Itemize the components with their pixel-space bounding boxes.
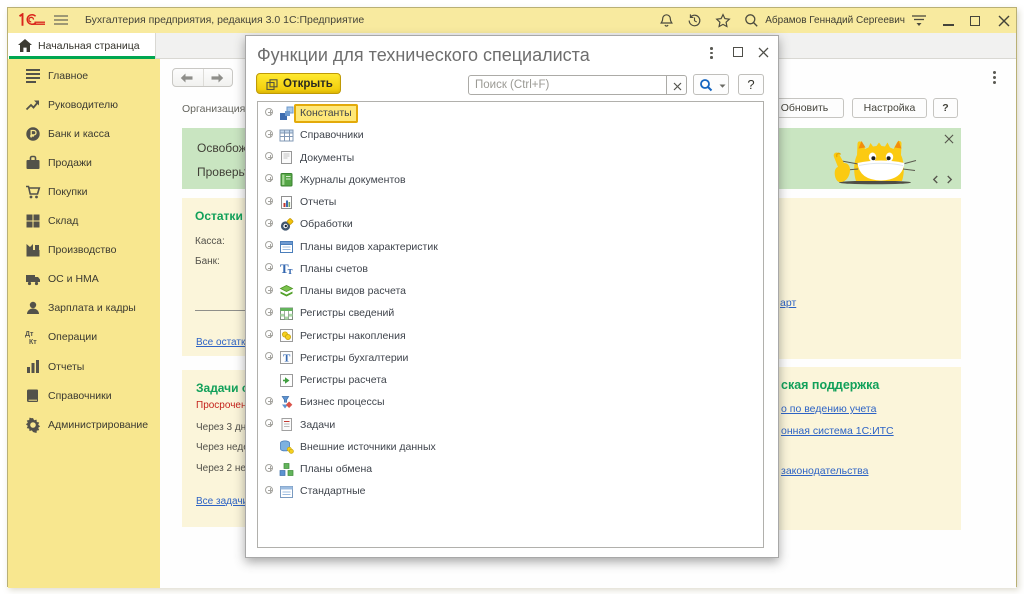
svg-text:Дт: Дт: [25, 331, 34, 338]
svg-text:Кт: Кт: [29, 339, 37, 345]
svg-text:т: т: [288, 266, 293, 276]
svg-text:Т: Т: [283, 353, 291, 365]
